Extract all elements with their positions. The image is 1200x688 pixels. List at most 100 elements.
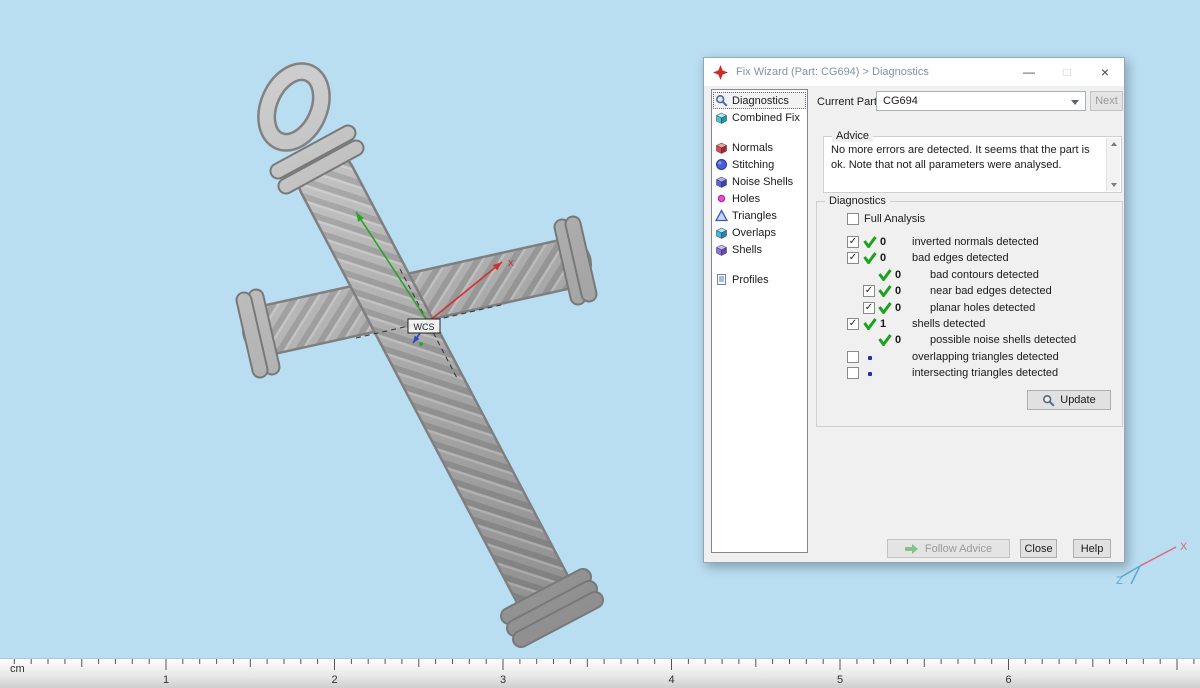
dialog-titlebar[interactable]: Fix Wizard (Part: CG694) > Diagnostics —… [704,58,1124,86]
model-cross[interactable] [235,62,604,648]
diagnostic-row: ✓ 0 bad edges detected [817,251,1122,267]
sidebar-item-holes[interactable]: Holes [713,190,806,207]
sidebar-item-label: Triangles [732,209,777,222]
advice-group: Advice No more errors are detected. It s… [823,130,1122,193]
magnifier-icon [715,94,728,107]
row-checkbox[interactable]: ✓ [847,236,859,248]
sidebar-item-triangles[interactable]: Triangles [713,207,806,224]
green-check-icon [878,268,892,282]
svg-text:1: 1 [163,674,169,686]
holes-icon [715,192,728,205]
svg-text:2: 2 [331,674,337,686]
svg-text:4: 4 [668,674,674,686]
sidebar-item-normals[interactable]: Normals [713,139,806,156]
diagnostic-row: ✓ 0 near bad edges detected [817,284,1122,300]
row-count: 0 [895,334,902,347]
svg-text:6: 6 [1005,674,1011,686]
advice-scrollbar[interactable] [1106,138,1120,191]
chevron-down-icon [1071,100,1079,105]
shells-icon [715,243,728,256]
scroll-down-icon[interactable] [1110,183,1117,187]
stitching-icon [715,158,728,171]
blue-dot-icon [868,372,872,377]
row-count: 0 [880,252,887,265]
diagnostic-row: overlapping triangles detected [817,350,1122,366]
sidebar-item-profiles[interactable]: Profiles [713,271,806,288]
green-check-icon [878,334,892,348]
follow-advice-label: Follow Advice [924,542,993,555]
sidebar-item-label: Combined Fix [732,111,800,124]
fix-wizard-dialog: Fix Wizard (Part: CG694) > Diagnostics —… [703,57,1125,563]
row-checkbox[interactable]: ✓ [847,252,859,265]
origin-marker [419,342,423,346]
full-analysis-label: Full Analysis [864,213,926,225]
follow-advice-button[interactable]: Follow Advice [887,539,1010,558]
row-checkbox[interactable] [847,367,859,380]
next-button[interactable]: Next [1090,91,1123,111]
sidebar-item-noise-shells[interactable]: Noise Shells [713,173,806,190]
wizard-sidebar: Diagnostics Combined Fix Normals Stitching N… [711,89,808,553]
row-label: inverted normals detected [912,236,1039,248]
row-count: 0 [895,301,902,314]
overlaps-icon [715,226,728,239]
dialog-title: Fix Wizard (Part: CG694) > Diagnostics [736,66,929,78]
sidebar-item-label: Normals [732,141,773,154]
advice-text: No more errors are detected. It seems th… [831,144,1090,171]
magnifier-icon [1043,394,1055,407]
orientation-axes: X Z [1116,541,1188,587]
materialise-logo-icon [713,64,728,80]
green-check-icon [863,236,877,250]
diagnostics-group-label: Diagnostics [825,195,890,207]
row-checkbox[interactable]: ✓ [863,285,875,298]
sidebar-item-label: Diagnostics [732,94,789,107]
diagnostics-group: Diagnostics Full Analysis ✓ 0 inverted nor… [816,195,1123,427]
sidebar-item-label: Stitching [732,158,775,171]
row-checkbox[interactable] [847,350,859,363]
row-checkbox[interactable]: ✓ [863,301,875,314]
help-button[interactable]: Help [1073,539,1111,558]
svg-text:cm: cm [10,663,25,675]
combined-fix-icon [715,111,728,124]
current-part-select[interactable]: CG694 [876,91,1086,111]
row-checkbox[interactable]: ✓ [847,317,859,330]
sidebar-item-label: Profiles [732,273,769,286]
row-label: shells detected [912,317,986,330]
x-axis-label: x [508,257,514,269]
sidebar-item-combined-fix[interactable]: Combined Fix [713,109,806,126]
green-check-icon [878,285,892,299]
row-label: near bad edges detected [930,285,1052,298]
green-check-icon [863,318,877,331]
row-count: 0 [895,285,902,298]
sidebar-item-label: Shells [732,243,762,256]
full-analysis-checkbox[interactable] [847,213,859,225]
close-button[interactable]: Close [1020,539,1057,558]
close-window-button[interactable]: × [1086,58,1124,86]
svg-text:WCS: WCS [414,322,435,332]
row-label: bad contours detected [930,268,1039,281]
noise-shells-icon [715,175,728,188]
sidebar-item-label: Noise Shells [732,175,794,188]
diagnostic-row: ✓ 0 inverted normals detected [817,235,1122,251]
diagnostic-row: 0 possible noise shells detected [817,333,1122,349]
row-label: planar holes detected [930,301,1036,314]
sidebar-item-label: Overlaps [732,226,777,239]
sidebar-item-diagnostics[interactable]: Diagnostics [713,92,806,109]
green-arrow-icon [904,543,918,554]
scroll-up-icon[interactable] [1110,142,1117,146]
corner-x-label: X [1180,541,1188,553]
normals-icon [715,141,728,154]
application-window: x WCS X Z cm 1 2 3 4 5 6 Fix Wizard (Part: CG6… [0,0,1200,688]
diagnostic-row: ✓ 0 planar holes detected [817,301,1122,317]
sidebar-item-overlaps[interactable]: Overlaps [713,224,806,241]
diagnostic-row: intersecting triangles detected [817,366,1122,382]
svg-text:3: 3 [500,674,506,686]
sidebar-item-shells[interactable]: Shells [713,241,806,258]
row-count: 0 [895,268,902,281]
update-button[interactable]: Update [1027,390,1111,410]
profiles-icon [715,273,728,286]
blue-dot-icon [868,355,872,360]
update-button-label: Update [1060,394,1096,406]
minimize-button[interactable]: — [1010,58,1048,86]
diagnostic-row: ✓ 1 shells detected [817,317,1122,333]
sidebar-item-stitching[interactable]: Stitching [713,156,806,173]
